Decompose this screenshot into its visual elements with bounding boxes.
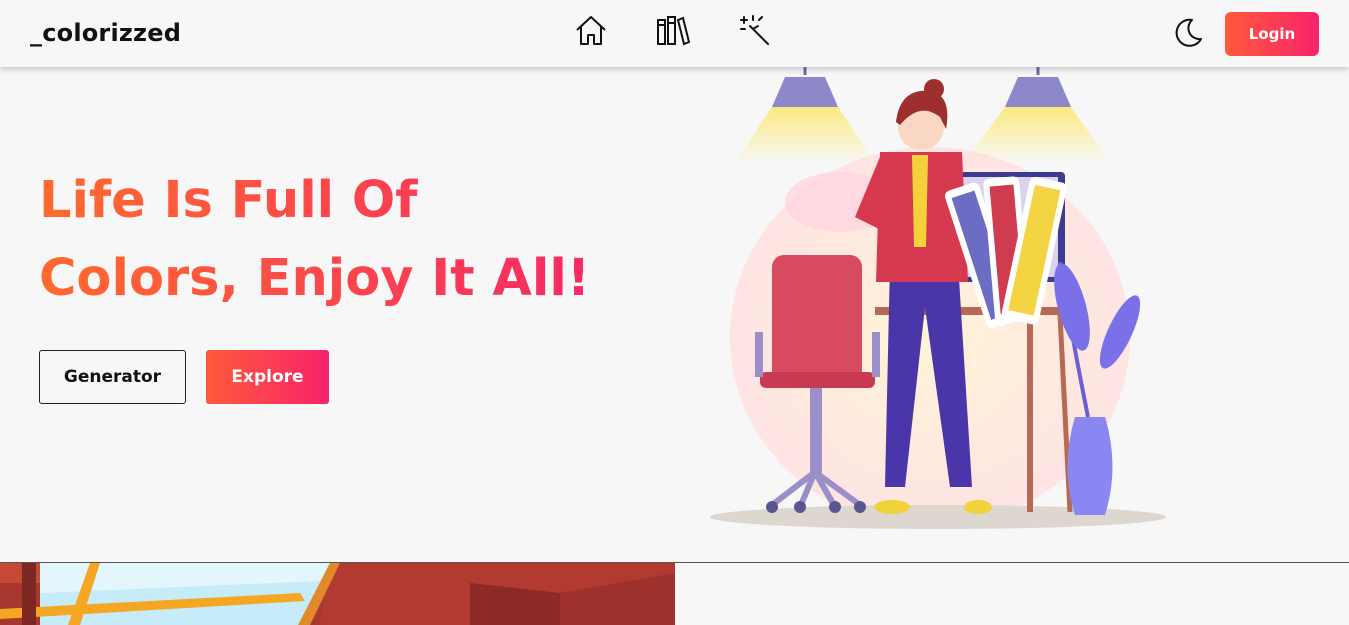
library-icon[interactable] bbox=[656, 14, 691, 48]
hero-title: Life Is Full Of Colors, Enjoy It All! bbox=[39, 162, 639, 318]
logo[interactable]: _colorizzed bbox=[30, 19, 181, 47]
hero-illustration bbox=[700, 67, 1180, 537]
navbar: _colorizzed Login bbox=[0, 0, 1349, 67]
login-button[interactable]: Login bbox=[1225, 12, 1319, 56]
moon-icon[interactable] bbox=[1172, 17, 1204, 49]
generator-button[interactable]: Generator bbox=[39, 350, 186, 404]
home-icon[interactable] bbox=[574, 14, 608, 48]
feature-image bbox=[0, 563, 675, 625]
explore-button[interactable]: Explore bbox=[206, 350, 329, 404]
magic-wand-icon[interactable] bbox=[738, 14, 772, 48]
hero-title-line1: Life Is Full Of bbox=[39, 171, 418, 230]
hero-title-line2: Colors, Enjoy It All! bbox=[39, 249, 591, 308]
